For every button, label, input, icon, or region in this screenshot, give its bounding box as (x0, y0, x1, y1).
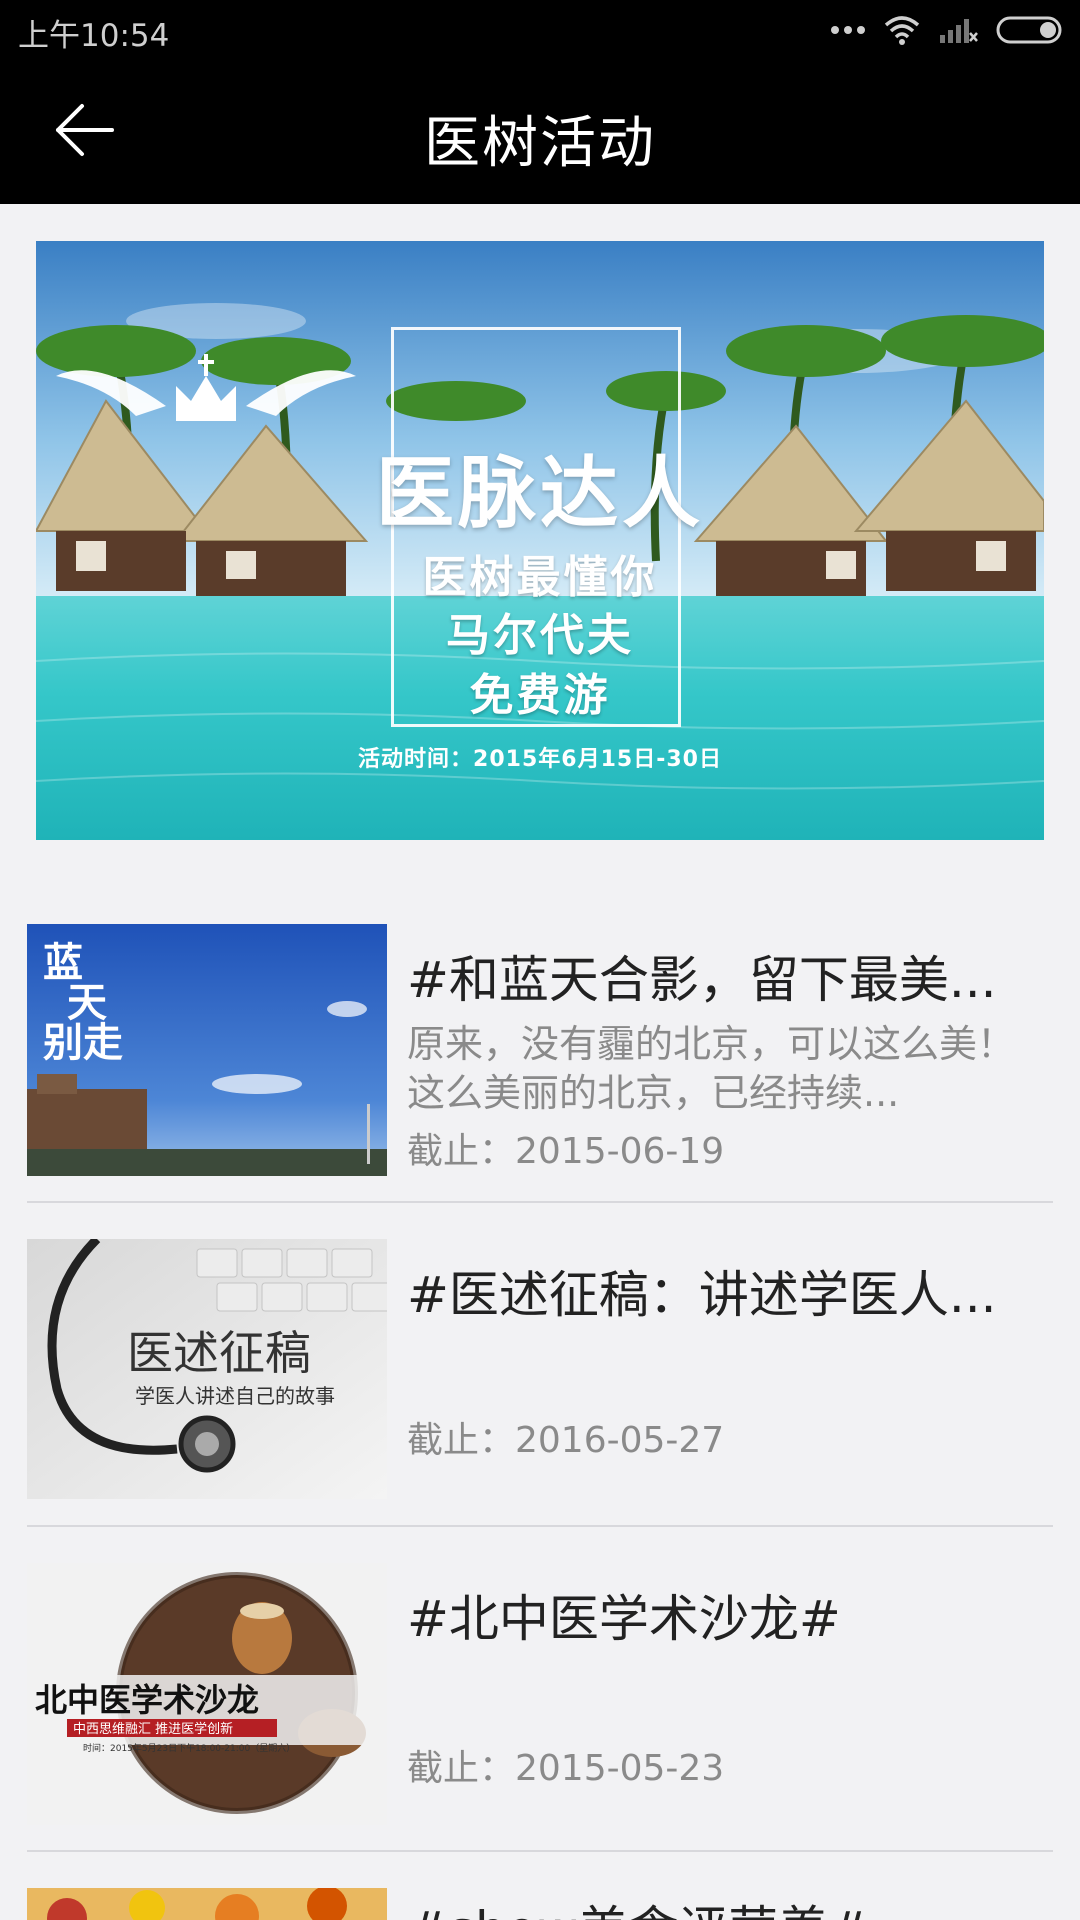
item-deadline: 截止：2015-05-23 (407, 1748, 725, 1789)
thumb-text-main: 医述征稿 (127, 1326, 311, 1380)
item-title: #医述征稿：讲述学医人... (407, 1266, 997, 1324)
svg-text:别走: 别走 (43, 1020, 123, 1066)
status-bar: 上午10:54 (0, 0, 1080, 60)
item-deadline: 截止：2015-06-19 (407, 1131, 725, 1172)
wifi-icon (884, 15, 920, 45)
item-thumbnail: 医述征稿 学医人讲述自己的故事 (27, 1239, 387, 1499)
item-thumbnail (27, 1888, 387, 1920)
battery-icon (996, 15, 1066, 45)
list-item[interactable]: #show美食评营养# (27, 1888, 1053, 1920)
item-title: #北中医学术沙龙# (407, 1590, 841, 1648)
list-item[interactable]: 蓝 天 别走 #和蓝天合影，留下最美... 原来，没有霾的北京，可以这么美！这么… (27, 924, 1053, 1176)
crown-wings-icon (36, 346, 1044, 436)
svg-text:学医人讲述自己的故事: 学医人讲述自己的故事 (135, 1384, 335, 1408)
banner-date: 活动时间：2015年6月15日-30日 (358, 747, 722, 772)
status-icons (830, 12, 1066, 48)
list-item[interactable]: 医述征稿 学医人讲述自己的故事 #医述征稿：讲述学医人... 截止：2016-0… (27, 1239, 1053, 1499)
svg-text:中西思维融汇 推进医学创新: 中西思维融汇 推进医学创新 (73, 1721, 233, 1737)
divider (27, 1525, 1053, 1527)
item-deadline: 截止：2016-05-27 (407, 1420, 725, 1461)
banner-line-2: 马尔代夫 (446, 610, 634, 661)
svg-text:时间：2015年5月23日下午18:00-21:00（星期六: 时间：2015年5月23日下午18:00-21:00（星期六） (83, 1742, 295, 1754)
item-description: 原来，没有霾的北京，可以这么美！这么美丽的北京，已经持续... (407, 1022, 1016, 1115)
more-dots-icon (830, 25, 866, 35)
item-thumbnail: 蓝 天 别走 (27, 924, 387, 1176)
banner-title: 医脉达人 (375, 449, 704, 539)
app-bar: 医树活动 (0, 60, 1080, 204)
item-title: #和蓝天合影，留下最美... (407, 951, 997, 1009)
divider (27, 1850, 1053, 1852)
promo-banner[interactable]: 医脉达人 医树最懂你 马尔代夫 免费游 活动时间：2015年6月15日-30日 (36, 241, 1044, 840)
banner-line-1: 医树最懂你 (422, 552, 658, 603)
item-thumbnail: 北中医学术沙龙 中西思维融汇 推进医学创新 时间：2015年5月23日下午18:… (27, 1563, 387, 1825)
status-time: 上午10:54 (18, 18, 170, 54)
list-item[interactable]: 北中医学术沙龙 中西思维融汇 推进医学创新 时间：2015年5月23日下午18:… (27, 1563, 1053, 1825)
banner-line-3: 免费游 (469, 670, 611, 721)
page-title: 医树活动 (424, 111, 656, 176)
divider (27, 1201, 1053, 1203)
svg-text:北中医学术沙龙: 北中医学术沙龙 (35, 1681, 259, 1719)
item-title: #show美食评营养# (407, 1890, 1047, 1920)
signal-icon (938, 15, 978, 45)
